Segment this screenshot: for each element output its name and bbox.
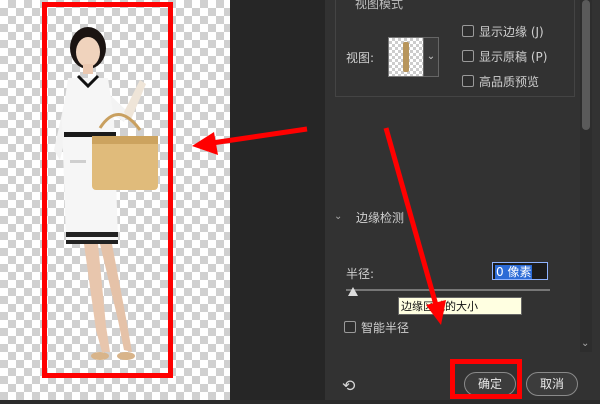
subject-highlight-box: [42, 2, 173, 378]
show-edge-label: 显示边缘 (J): [479, 25, 544, 39]
show-edge-checkbox[interactable]: [462, 25, 474, 37]
section-expand-icon[interactable]: ⌄: [334, 211, 342, 222]
chevron-down-icon: ⌄: [426, 51, 436, 62]
ok-highlight-box: [450, 359, 522, 399]
view-mode-legend: 视图模式: [355, 0, 404, 11]
radius-label: 半径:: [346, 267, 375, 281]
workspace-gutter: [230, 0, 325, 400]
radius-value: 0 像素: [495, 265, 533, 279]
edge-detection-title: 边缘检测: [356, 211, 405, 225]
high-quality-preview-label: 高品质预览: [479, 75, 540, 89]
show-original-checkbox[interactable]: [462, 50, 474, 62]
radius-input[interactable]: 0 像素: [492, 262, 548, 280]
smart-radius-checkbox[interactable]: [344, 321, 356, 333]
reset-icon[interactable]: ⟲: [342, 376, 355, 395]
high-quality-preview-checkbox[interactable]: [462, 75, 474, 87]
radius-tooltip: 边缘区域的大小: [398, 297, 522, 315]
radius-slider-knob[interactable]: [348, 287, 358, 296]
show-original-label: 显示原稿 (P): [479, 50, 548, 64]
view-thumbnail[interactable]: [388, 37, 424, 77]
image-canvas[interactable]: [0, 0, 230, 400]
smart-radius-label: 智能半径: [361, 321, 410, 335]
scroll-down-icon[interactable]: ⌄: [581, 338, 589, 349]
view-label: 视图:: [346, 51, 375, 65]
cancel-button[interactable]: 取消: [526, 372, 578, 396]
radius-slider[interactable]: [346, 289, 550, 291]
view-dropdown-button[interactable]: ⌄: [423, 37, 439, 77]
panel-scrollbar-thumb[interactable]: [582, 0, 590, 130]
